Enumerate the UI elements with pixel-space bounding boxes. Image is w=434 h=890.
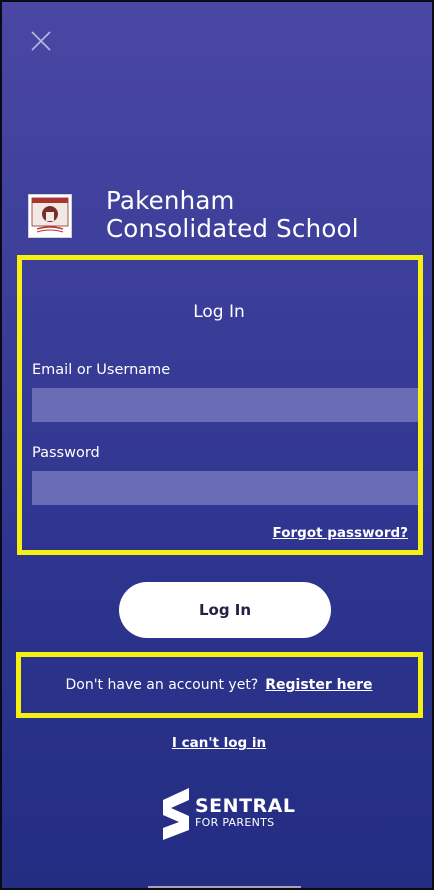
email-label: Email or Username [32, 362, 171, 378]
cant-login-link[interactable]: I can't log in [2, 735, 432, 751]
password-field[interactable] [32, 471, 418, 505]
forgot-password-link[interactable]: Forgot password? [273, 525, 408, 541]
close-icon[interactable] [30, 30, 52, 52]
school-crest-icon [28, 194, 72, 238]
sentral-tagline: FOR PARENTS [195, 816, 275, 829]
school-name: Pakenham Consolidated School [106, 187, 359, 243]
register-prompt: Don't have an account yet? [65, 677, 259, 693]
sentral-logo: SENTRAL FOR PARENTS [159, 786, 299, 842]
home-indicator [148, 886, 301, 888]
sentral-wordmark: SENTRAL FOR PARENTS [195, 796, 295, 830]
sentral-s-icon [163, 788, 189, 840]
school-name-line1: Pakenham [106, 186, 235, 215]
sentral-brand-name: SENTRAL [195, 795, 296, 817]
school-header: Pakenham Consolidated School [26, 187, 416, 247]
email-field[interactable] [32, 388, 418, 422]
register-link[interactable]: Register here [265, 677, 372, 693]
register-row: Don't have an account yet? Register here [16, 652, 422, 718]
login-button[interactable]: Log In [119, 582, 331, 638]
login-screen: Pakenham Consolidated School Log In Emai… [0, 0, 434, 890]
password-label: Password [32, 445, 100, 461]
login-form-title: Log In [193, 302, 245, 322]
school-name-line2: Consolidated School [106, 214, 359, 243]
